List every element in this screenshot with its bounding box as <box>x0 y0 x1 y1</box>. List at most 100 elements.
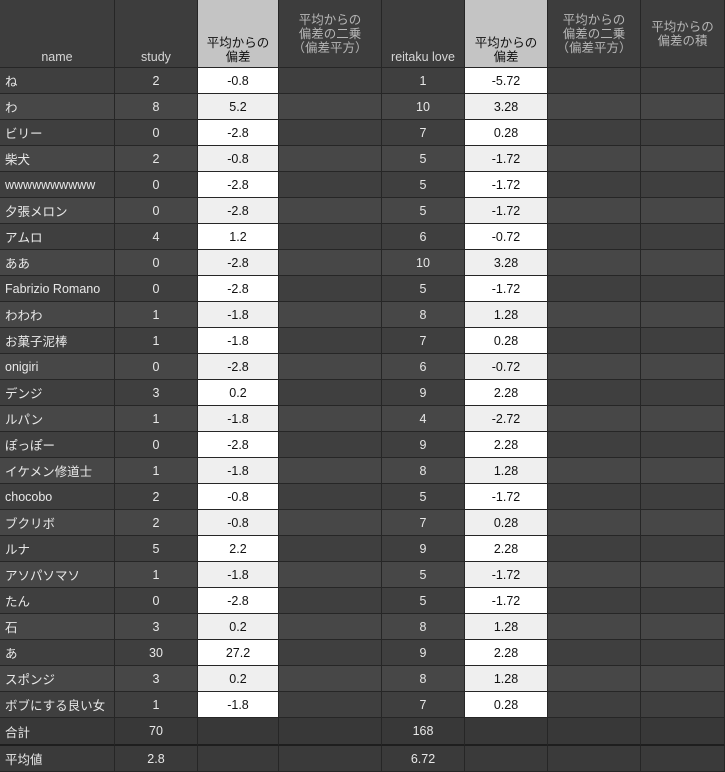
cell-study-deviation-squared[interactable] <box>279 354 382 380</box>
cell-study[interactable]: 0 <box>115 250 198 276</box>
average-reitaku-love[interactable]: 6.72 <box>382 746 465 772</box>
cell-study-deviation[interactable]: -0.8 <box>198 146 279 172</box>
cell-name[interactable]: 夕張メロン <box>0 198 115 224</box>
cell-reitaku-deviation[interactable]: 1.28 <box>465 302 548 328</box>
cell-reitaku-deviation-squared[interactable] <box>548 250 641 276</box>
cell-reitaku-deviation[interactable]: -2.72 <box>465 406 548 432</box>
cell-reitaku-deviation[interactable]: 2.28 <box>465 536 548 562</box>
cell-reitaku-deviation-squared[interactable] <box>548 146 641 172</box>
cell-study-deviation-squared[interactable] <box>279 536 382 562</box>
cell-deviation-product[interactable] <box>641 536 725 562</box>
cell-study[interactable]: 3 <box>115 666 198 692</box>
header-study-deviation-squared[interactable]: 平均からの 偏差の二乗 （偏差平方） <box>279 0 382 68</box>
cell-reitaku-deviation-squared[interactable] <box>548 536 641 562</box>
cell-reitaku-love[interactable]: 5 <box>382 276 465 302</box>
cell-name[interactable]: wwwwwwwwww <box>0 172 115 198</box>
cell-deviation-product[interactable] <box>641 120 725 146</box>
cell-study-deviation[interactable]: -1.8 <box>198 458 279 484</box>
cell-reitaku-love[interactable]: 8 <box>382 666 465 692</box>
cell-name[interactable]: イケメン修道士 <box>0 458 115 484</box>
average-study[interactable]: 2.8 <box>115 746 198 772</box>
cell-reitaku-deviation-squared[interactable] <box>548 172 641 198</box>
total-study-deviation-squared[interactable] <box>279 718 382 746</box>
cell-study[interactable]: 30 <box>115 640 198 666</box>
cell-reitaku-love[interactable]: 5 <box>382 562 465 588</box>
cell-study-deviation-squared[interactable] <box>279 432 382 458</box>
cell-reitaku-love[interactable]: 9 <box>382 380 465 406</box>
cell-reitaku-deviation[interactable]: -1.72 <box>465 146 548 172</box>
cell-deviation-product[interactable] <box>641 640 725 666</box>
cell-reitaku-deviation[interactable]: 1.28 <box>465 458 548 484</box>
cell-study-deviation-squared[interactable] <box>279 328 382 354</box>
cell-reitaku-deviation[interactable]: 0.28 <box>465 120 548 146</box>
cell-deviation-product[interactable] <box>641 692 725 718</box>
cell-reitaku-deviation[interactable]: -1.72 <box>465 276 548 302</box>
cell-study[interactable]: 1 <box>115 692 198 718</box>
cell-study-deviation[interactable]: 5.2 <box>198 94 279 120</box>
cell-reitaku-deviation-squared[interactable] <box>548 302 641 328</box>
cell-name[interactable]: chocobo <box>0 484 115 510</box>
cell-reitaku-deviation-squared[interactable] <box>548 614 641 640</box>
cell-reitaku-deviation[interactable]: -1.72 <box>465 484 548 510</box>
cell-study[interactable]: 0 <box>115 276 198 302</box>
cell-name[interactable]: Fabrizio Romano <box>0 276 115 302</box>
cell-study[interactable]: 0 <box>115 172 198 198</box>
cell-name[interactable]: わ <box>0 94 115 120</box>
cell-study-deviation[interactable]: -0.8 <box>198 484 279 510</box>
cell-reitaku-deviation-squared[interactable] <box>548 224 641 250</box>
total-deviation-product[interactable] <box>641 718 725 746</box>
cell-study-deviation[interactable]: -0.8 <box>198 510 279 536</box>
cell-study-deviation-squared[interactable] <box>279 198 382 224</box>
cell-study[interactable]: 1 <box>115 406 198 432</box>
cell-study-deviation[interactable]: -2.8 <box>198 432 279 458</box>
cell-reitaku-love[interactable]: 8 <box>382 614 465 640</box>
cell-reitaku-deviation-squared[interactable] <box>548 666 641 692</box>
header-name[interactable]: name <box>0 0 115 68</box>
cell-study-deviation[interactable]: 2.2 <box>198 536 279 562</box>
cell-name[interactable]: ああ <box>0 250 115 276</box>
cell-name[interactable]: ボブにする良い女 <box>0 692 115 718</box>
cell-deviation-product[interactable] <box>641 68 725 94</box>
cell-study-deviation-squared[interactable] <box>279 562 382 588</box>
cell-reitaku-love[interactable]: 7 <box>382 510 465 536</box>
cell-reitaku-love[interactable]: 5 <box>382 146 465 172</box>
total-study[interactable]: 70 <box>115 718 198 746</box>
cell-study-deviation-squared[interactable] <box>279 510 382 536</box>
cell-study-deviation[interactable]: -2.8 <box>198 172 279 198</box>
cell-deviation-product[interactable] <box>641 562 725 588</box>
cell-study-deviation[interactable]: -1.8 <box>198 692 279 718</box>
cell-reitaku-love[interactable]: 5 <box>382 198 465 224</box>
cell-study-deviation[interactable]: 0.2 <box>198 614 279 640</box>
cell-study-deviation-squared[interactable] <box>279 302 382 328</box>
cell-reitaku-deviation-squared[interactable] <box>548 120 641 146</box>
cell-deviation-product[interactable] <box>641 666 725 692</box>
cell-reitaku-deviation[interactable]: 1.28 <box>465 666 548 692</box>
cell-study-deviation-squared[interactable] <box>279 224 382 250</box>
cell-reitaku-deviation[interactable]: -1.72 <box>465 198 548 224</box>
cell-name[interactable]: ブクリボ <box>0 510 115 536</box>
average-reitaku-deviation-squared[interactable] <box>548 746 641 772</box>
cell-reitaku-deviation[interactable]: -5.72 <box>465 68 548 94</box>
cell-study[interactable]: 1 <box>115 562 198 588</box>
cell-name[interactable]: アソパソマソ <box>0 562 115 588</box>
cell-reitaku-deviation-squared[interactable] <box>548 406 641 432</box>
cell-study[interactable]: 1 <box>115 328 198 354</box>
cell-reitaku-deviation-squared[interactable] <box>548 380 641 406</box>
cell-reitaku-deviation-squared[interactable] <box>548 68 641 94</box>
cell-reitaku-love[interactable]: 1 <box>382 68 465 94</box>
cell-study-deviation[interactable]: -2.8 <box>198 276 279 302</box>
cell-reitaku-deviation-squared[interactable] <box>548 484 641 510</box>
cell-name[interactable]: わわわ <box>0 302 115 328</box>
cell-study-deviation[interactable]: -1.8 <box>198 302 279 328</box>
cell-name[interactable]: ね <box>0 68 115 94</box>
cell-deviation-product[interactable] <box>641 458 725 484</box>
cell-study-deviation-squared[interactable] <box>279 120 382 146</box>
cell-name[interactable]: ぽっぽー <box>0 432 115 458</box>
average-study-deviation-squared[interactable] <box>279 746 382 772</box>
cell-study-deviation-squared[interactable] <box>279 484 382 510</box>
cell-deviation-product[interactable] <box>641 510 725 536</box>
cell-reitaku-deviation-squared[interactable] <box>548 562 641 588</box>
cell-reitaku-love[interactable]: 5 <box>382 484 465 510</box>
average-label[interactable]: 平均値 <box>0 746 115 772</box>
cell-reitaku-deviation-squared[interactable] <box>548 328 641 354</box>
